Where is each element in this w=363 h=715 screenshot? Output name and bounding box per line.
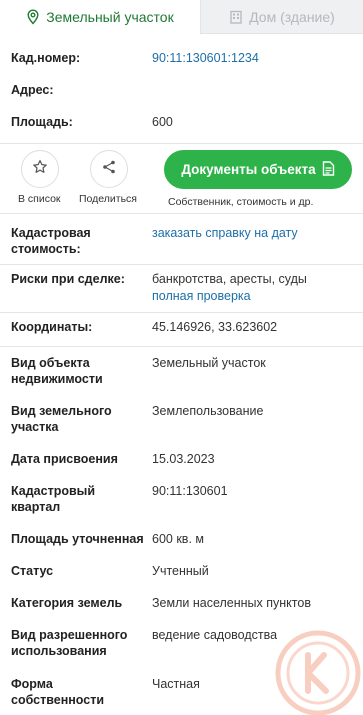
building-icon xyxy=(229,10,243,24)
coordinates-value: 45.146926, 33.623602 xyxy=(152,320,278,334)
address-label: Адрес: xyxy=(11,83,54,97)
permitted-use-label-line2: использования xyxy=(11,644,107,658)
cadastral-quarter-value: 90:11:130601 xyxy=(152,484,228,498)
share-label: Поделиться xyxy=(79,193,137,205)
tab-land-plot-label: Земельный участок xyxy=(46,8,174,25)
ownership-form-value: Частная xyxy=(152,677,200,691)
location-pin-icon xyxy=(26,8,40,25)
cadastral-quarter-label-line1: Кадастровый xyxy=(11,484,96,498)
divider xyxy=(0,213,363,214)
cadastral-value-label-line2: стоимость: xyxy=(11,242,81,256)
actions-bar: В список Поделиться Документы объекта Со… xyxy=(0,143,363,213)
permitted-use-label-line1: Вид разрешенного xyxy=(11,628,128,642)
assignment-date-value: 15.03.2023 xyxy=(152,452,215,466)
cadastral-number-link[interactable]: 90:11:130601:1234 xyxy=(152,50,259,67)
area-value: 600 xyxy=(152,115,173,129)
coordinates-label: Координаты: xyxy=(11,320,93,334)
ownership-form-label-line1: Форма xyxy=(11,677,53,691)
area-label: Площадь: xyxy=(11,115,73,129)
land-category-label: Категория земель xyxy=(11,596,123,610)
divider xyxy=(0,264,363,265)
risks-label: Риски при сделке: xyxy=(11,272,125,286)
share-icon xyxy=(101,159,117,180)
tab-house-label: Дом (здание) xyxy=(249,8,335,25)
divider xyxy=(0,312,363,313)
cadastral-number-label: Кад.номер: xyxy=(11,51,81,65)
land-type-value: Землепользование xyxy=(152,404,264,418)
order-certificate-link[interactable]: заказать справку на дату xyxy=(152,225,298,242)
tab-house[interactable]: Дом (здание) xyxy=(200,0,363,34)
divider xyxy=(0,346,363,347)
add-to-list-label: В список xyxy=(18,193,61,205)
cadastral-value-label-line1: Кадастровая xyxy=(11,226,91,240)
ownership-form-label-line2: собственности xyxy=(11,693,105,707)
land-category-value: Земли населенных пунктов xyxy=(152,596,311,610)
permitted-use-value: ведение садоводства xyxy=(152,628,278,642)
tab-bar: Земельный участок Дом (здание) xyxy=(0,0,363,34)
document-icon xyxy=(322,160,335,179)
tab-land-plot[interactable]: Земельный участок xyxy=(0,0,200,34)
share-button[interactable] xyxy=(90,150,128,188)
refined-area-label: Площадь уточненная xyxy=(11,532,144,546)
cadastral-quarter-label-line2: квартал xyxy=(11,500,61,514)
status-label: Статус xyxy=(11,564,54,578)
status-value: Учтенный xyxy=(152,564,209,578)
documents-subtitle: Собственник, стоимость и др. xyxy=(168,196,314,208)
object-type-label-line2: недвижимости xyxy=(11,372,103,386)
object-documents-label: Документы объекта xyxy=(181,162,316,177)
object-type-value: Земельный участок xyxy=(152,356,266,370)
refined-area-value: 600 кв. м xyxy=(152,532,204,546)
land-type-label-line2: участка xyxy=(11,420,59,434)
add-to-list-button[interactable] xyxy=(21,150,59,188)
object-documents-button[interactable]: Документы объекта xyxy=(164,150,352,189)
watermark-logo xyxy=(270,625,363,715)
object-type-label-line1: Вид объекта xyxy=(11,356,90,370)
risks-value: банкротства, аресты, суды xyxy=(152,272,307,286)
full-check-link[interactable]: полная проверка xyxy=(152,288,251,305)
star-icon xyxy=(32,159,48,180)
land-type-label-line1: Вид земельного xyxy=(11,404,112,418)
assignment-date-label: Дата присвоения xyxy=(11,452,118,466)
